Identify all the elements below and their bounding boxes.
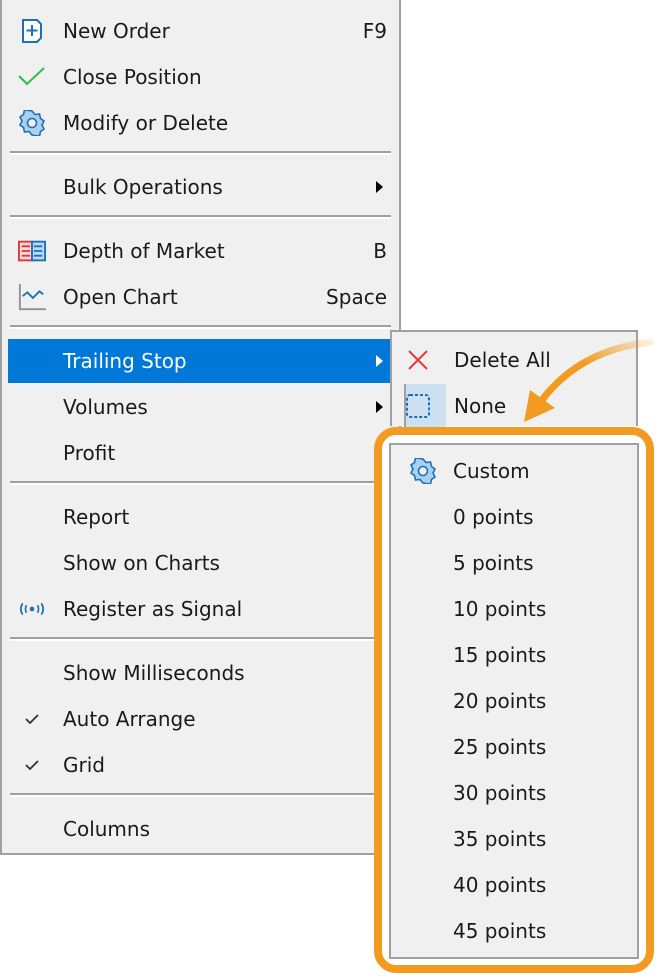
- trailing-stop-points-list: Custom 0 points 5 points 10 points 15 po…: [389, 443, 639, 959]
- menu-separator: [10, 793, 391, 797]
- menu-item-label: Open Chart: [63, 285, 178, 309]
- menu-item-label: Columns: [63, 817, 151, 841]
- submenu-arrow-icon: [376, 401, 383, 413]
- submenu-item-points[interactable]: 10 points: [395, 587, 633, 631]
- menu-item-label: Custom: [453, 459, 530, 483]
- submenu-arrow-icon: [376, 355, 383, 367]
- menu-item-label: Register as Signal: [63, 597, 243, 621]
- menu-item-show-on-charts[interactable]: Show on Charts: [8, 541, 393, 585]
- menu-item-label: 35 points: [453, 827, 547, 851]
- submenu-arrow-icon: [376, 181, 383, 193]
- menu-item-label: Show on Charts: [63, 551, 220, 575]
- menu-separator: [10, 215, 391, 219]
- checkmark-icon: [18, 63, 46, 91]
- menu-item-register-as-signal[interactable]: Register as Signal: [8, 587, 393, 631]
- menu-item-label: 20 points: [453, 689, 547, 713]
- annotation-arrow-icon: [524, 338, 654, 422]
- menu-item-label: 25 points: [453, 735, 547, 759]
- menu-item-new-order[interactable]: New Order F9: [8, 9, 393, 53]
- menu-item-label: 30 points: [453, 781, 547, 805]
- menu-item-label: Grid: [63, 753, 105, 777]
- menu-item-trailing-stop[interactable]: Trailing Stop: [8, 339, 399, 383]
- shortcut-label: B: [373, 239, 387, 263]
- menu-item-profit[interactable]: Profit: [8, 431, 393, 475]
- menu-item-label: None: [454, 394, 507, 418]
- menu-item-label: Trailing Stop: [63, 349, 187, 373]
- submenu-item-points[interactable]: 25 points: [395, 725, 633, 769]
- chart-icon: [18, 283, 46, 311]
- submenu-item-points[interactable]: 15 points: [395, 633, 633, 677]
- menu-separator: [10, 325, 391, 329]
- menu-item-label: Bulk Operations: [63, 175, 223, 199]
- menu-item-report[interactable]: Report: [8, 495, 393, 539]
- menu-item-bulk-operations[interactable]: Bulk Operations: [8, 165, 393, 209]
- menu-separator: [10, 481, 391, 485]
- menu-item-auto-arrange[interactable]: Auto Arrange: [8, 697, 393, 741]
- none-selection-icon: [404, 392, 432, 420]
- menu-item-volumes[interactable]: Volumes: [8, 385, 393, 429]
- menu-item-label: Modify or Delete: [63, 111, 229, 135]
- submenu-item-points[interactable]: 5 points: [395, 541, 633, 585]
- new-order-icon: [18, 17, 46, 45]
- submenu-item-points[interactable]: 45 points: [395, 909, 633, 953]
- depth-of-market-icon: [18, 237, 46, 265]
- menu-item-label: Close Position: [63, 65, 202, 89]
- menu-item-close-position[interactable]: Close Position: [8, 55, 393, 99]
- menu-item-label: 45 points: [453, 919, 547, 943]
- submenu-item-points[interactable]: 35 points: [395, 817, 633, 861]
- submenu-item-points[interactable]: 0 points: [395, 495, 633, 539]
- menu-item-grid[interactable]: Grid: [8, 743, 393, 787]
- menu-item-label: Show Milliseconds: [63, 661, 245, 685]
- menu-item-label: New Order: [63, 19, 170, 43]
- submenu-item-points[interactable]: 30 points: [395, 771, 633, 815]
- delete-x-icon: [404, 346, 432, 374]
- menu-item-label: Depth of Market: [63, 239, 225, 263]
- menu-item-show-milliseconds[interactable]: Show Milliseconds: [8, 651, 393, 695]
- shortcut-label: F9: [362, 19, 387, 43]
- menu-item-label: Auto Arrange: [63, 707, 196, 731]
- menu-item-label: 10 points: [453, 597, 547, 621]
- menu-separator: [10, 151, 391, 155]
- submenu-item-points[interactable]: 40 points: [395, 863, 633, 907]
- menu-item-depth-of-market[interactable]: Depth of Market B: [8, 229, 393, 273]
- menu-item-label: Profit: [63, 441, 116, 465]
- menu-item-label: 5 points: [453, 551, 534, 575]
- check-mark-icon: [18, 751, 46, 779]
- submenu-item-points[interactable]: 20 points: [395, 679, 633, 723]
- menu-item-label: 15 points: [453, 643, 547, 667]
- menu-item-label: 40 points: [453, 873, 547, 897]
- submenu-item-custom[interactable]: Custom: [395, 449, 633, 493]
- menu-item-label: Report: [63, 505, 130, 529]
- menu-item-modify-or-delete[interactable]: Modify or Delete: [8, 101, 393, 145]
- gear-icon: [409, 457, 437, 485]
- menu-item-label: 0 points: [453, 505, 534, 529]
- menu-item-columns[interactable]: Columns: [8, 807, 393, 851]
- shortcut-label: Space: [326, 285, 387, 309]
- check-mark-icon: [18, 705, 46, 733]
- menu-item-open-chart[interactable]: Open Chart Space: [8, 275, 393, 319]
- menu-separator: [10, 637, 391, 641]
- gear-icon: [18, 109, 46, 137]
- menu-item-label: Volumes: [63, 395, 148, 419]
- signal-icon: [18, 595, 46, 623]
- context-menu: New Order F9 Close Position Modify or De…: [0, 0, 401, 855]
